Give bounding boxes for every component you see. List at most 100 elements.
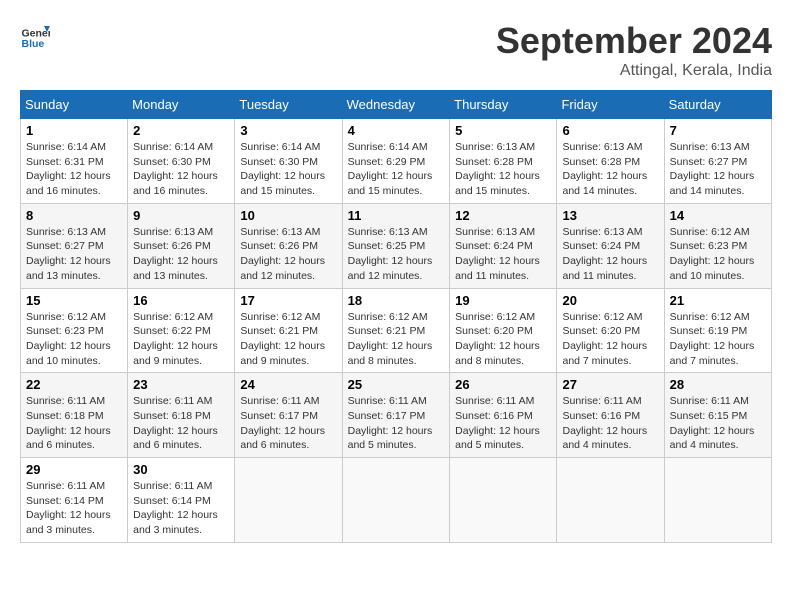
day-info: Sunrise: 6:11 AM Sunset: 6:14 PM Dayligh… (133, 479, 229, 538)
daylight-label: Daylight: 12 hours and 12 minutes. (240, 255, 325, 282)
sunrise-label: Sunrise: 6:14 AM (240, 141, 320, 153)
daylight-label: Daylight: 12 hours and 8 minutes. (455, 340, 540, 367)
day-number: 10 (240, 208, 336, 223)
day-number: 16 (133, 293, 229, 308)
calendar-cell: 22 Sunrise: 6:11 AM Sunset: 6:18 PM Dayl… (21, 373, 128, 458)
day-number: 12 (455, 208, 551, 223)
sunrise-label: Sunrise: 6:11 AM (562, 395, 641, 407)
day-info: Sunrise: 6:13 AM Sunset: 6:25 PM Dayligh… (348, 225, 445, 284)
sunset-label: Sunset: 6:18 PM (26, 410, 104, 422)
day-header-wednesday: Wednesday (342, 91, 450, 119)
daylight-label: Daylight: 12 hours and 7 minutes. (670, 340, 755, 367)
title-block: September 2024 Attingal, Kerala, India (496, 20, 772, 80)
sunrise-label: Sunrise: 6:11 AM (133, 480, 212, 492)
day-number: 25 (348, 377, 445, 392)
daylight-label: Daylight: 12 hours and 14 minutes. (562, 170, 647, 197)
sunset-label: Sunset: 6:21 PM (240, 325, 318, 337)
sunset-label: Sunset: 6:28 PM (562, 156, 640, 168)
sunrise-label: Sunrise: 6:11 AM (240, 395, 319, 407)
sunrise-label: Sunrise: 6:14 AM (26, 141, 106, 153)
calendar-cell: 18 Sunrise: 6:12 AM Sunset: 6:21 PM Dayl… (342, 288, 450, 373)
sunset-label: Sunset: 6:26 PM (133, 240, 211, 252)
sunrise-label: Sunrise: 6:12 AM (348, 311, 428, 323)
day-number: 7 (670, 123, 766, 138)
day-header-thursday: Thursday (450, 91, 557, 119)
daylight-label: Daylight: 12 hours and 14 minutes. (670, 170, 755, 197)
calendar-cell: 1 Sunrise: 6:14 AM Sunset: 6:31 PM Dayli… (21, 119, 128, 204)
daylight-label: Daylight: 12 hours and 9 minutes. (133, 340, 218, 367)
calendar-cell: 4 Sunrise: 6:14 AM Sunset: 6:29 PM Dayli… (342, 119, 450, 204)
daylight-label: Daylight: 12 hours and 10 minutes. (670, 255, 755, 282)
daylight-label: Daylight: 12 hours and 4 minutes. (670, 425, 755, 452)
logo-icon: General Blue (20, 20, 50, 50)
location-subtitle: Attingal, Kerala, India (496, 62, 772, 80)
sunset-label: Sunset: 6:14 PM (26, 495, 104, 507)
day-number: 19 (455, 293, 551, 308)
day-number: 20 (562, 293, 658, 308)
calendar-body: 1 Sunrise: 6:14 AM Sunset: 6:31 PM Dayli… (21, 119, 772, 543)
sunset-label: Sunset: 6:26 PM (240, 240, 318, 252)
calendar-table: SundayMondayTuesdayWednesdayThursdayFrid… (20, 90, 772, 543)
sunrise-label: Sunrise: 6:11 AM (348, 395, 427, 407)
sunrise-label: Sunrise: 6:12 AM (240, 311, 320, 323)
calendar-week-row: 15 Sunrise: 6:12 AM Sunset: 6:23 PM Dayl… (21, 288, 772, 373)
sunrise-label: Sunrise: 6:13 AM (455, 141, 535, 153)
sunset-label: Sunset: 6:20 PM (562, 325, 640, 337)
day-info: Sunrise: 6:12 AM Sunset: 6:22 PM Dayligh… (133, 310, 229, 369)
calendar-cell: 26 Sunrise: 6:11 AM Sunset: 6:16 PM Dayl… (450, 373, 557, 458)
day-number: 22 (26, 377, 122, 392)
logo: General Blue (20, 20, 50, 50)
sunrise-label: Sunrise: 6:12 AM (562, 311, 642, 323)
day-info: Sunrise: 6:12 AM Sunset: 6:21 PM Dayligh… (348, 310, 445, 369)
day-info: Sunrise: 6:12 AM Sunset: 6:19 PM Dayligh… (670, 310, 766, 369)
sunset-label: Sunset: 6:28 PM (455, 156, 533, 168)
sunset-label: Sunset: 6:16 PM (455, 410, 533, 422)
sunrise-label: Sunrise: 6:12 AM (670, 226, 750, 238)
daylight-label: Daylight: 12 hours and 9 minutes. (240, 340, 325, 367)
calendar-week-row: 22 Sunrise: 6:11 AM Sunset: 6:18 PM Dayl… (21, 373, 772, 458)
day-number: 4 (348, 123, 445, 138)
daylight-label: Daylight: 12 hours and 11 minutes. (562, 255, 647, 282)
sunset-label: Sunset: 6:23 PM (26, 325, 104, 337)
day-number: 17 (240, 293, 336, 308)
day-number: 14 (670, 208, 766, 223)
daylight-label: Daylight: 12 hours and 6 minutes. (133, 425, 218, 452)
daylight-label: Daylight: 12 hours and 5 minutes. (348, 425, 433, 452)
day-info: Sunrise: 6:11 AM Sunset: 6:18 PM Dayligh… (26, 394, 122, 453)
sunrise-label: Sunrise: 6:12 AM (455, 311, 535, 323)
day-number: 28 (670, 377, 766, 392)
day-info: Sunrise: 6:14 AM Sunset: 6:31 PM Dayligh… (26, 140, 122, 199)
sunset-label: Sunset: 6:20 PM (455, 325, 533, 337)
day-number: 21 (670, 293, 766, 308)
day-info: Sunrise: 6:12 AM Sunset: 6:20 PM Dayligh… (562, 310, 658, 369)
day-info: Sunrise: 6:12 AM Sunset: 6:23 PM Dayligh… (26, 310, 122, 369)
day-info: Sunrise: 6:13 AM Sunset: 6:27 PM Dayligh… (670, 140, 766, 199)
sunrise-label: Sunrise: 6:12 AM (670, 311, 750, 323)
day-number: 29 (26, 462, 122, 477)
calendar-cell: 28 Sunrise: 6:11 AM Sunset: 6:15 PM Dayl… (664, 373, 771, 458)
calendar-cell: 19 Sunrise: 6:12 AM Sunset: 6:20 PM Dayl… (450, 288, 557, 373)
calendar-cell: 6 Sunrise: 6:13 AM Sunset: 6:28 PM Dayli… (557, 119, 664, 204)
sunset-label: Sunset: 6:27 PM (26, 240, 104, 252)
calendar-cell: 2 Sunrise: 6:14 AM Sunset: 6:30 PM Dayli… (128, 119, 235, 204)
calendar-cell: 30 Sunrise: 6:11 AM Sunset: 6:14 PM Dayl… (128, 458, 235, 543)
sunrise-label: Sunrise: 6:12 AM (133, 311, 213, 323)
daylight-label: Daylight: 12 hours and 13 minutes. (133, 255, 218, 282)
calendar-cell: 21 Sunrise: 6:12 AM Sunset: 6:19 PM Dayl… (664, 288, 771, 373)
day-number: 26 (455, 377, 551, 392)
sunset-label: Sunset: 6:23 PM (670, 240, 748, 252)
sunrise-label: Sunrise: 6:13 AM (26, 226, 106, 238)
daylight-label: Daylight: 12 hours and 3 minutes. (133, 509, 218, 536)
calendar-cell: 3 Sunrise: 6:14 AM Sunset: 6:30 PM Dayli… (235, 119, 342, 204)
calendar-cell (664, 458, 771, 543)
day-info: Sunrise: 6:13 AM Sunset: 6:28 PM Dayligh… (455, 140, 551, 199)
day-info: Sunrise: 6:14 AM Sunset: 6:30 PM Dayligh… (133, 140, 229, 199)
sunrise-label: Sunrise: 6:11 AM (455, 395, 534, 407)
day-number: 1 (26, 123, 122, 138)
sunset-label: Sunset: 6:30 PM (133, 156, 211, 168)
sunset-label: Sunset: 6:21 PM (348, 325, 426, 337)
day-info: Sunrise: 6:11 AM Sunset: 6:17 PM Dayligh… (240, 394, 336, 453)
day-number: 23 (133, 377, 229, 392)
daylight-label: Daylight: 12 hours and 11 minutes. (455, 255, 540, 282)
day-info: Sunrise: 6:13 AM Sunset: 6:27 PM Dayligh… (26, 225, 122, 284)
